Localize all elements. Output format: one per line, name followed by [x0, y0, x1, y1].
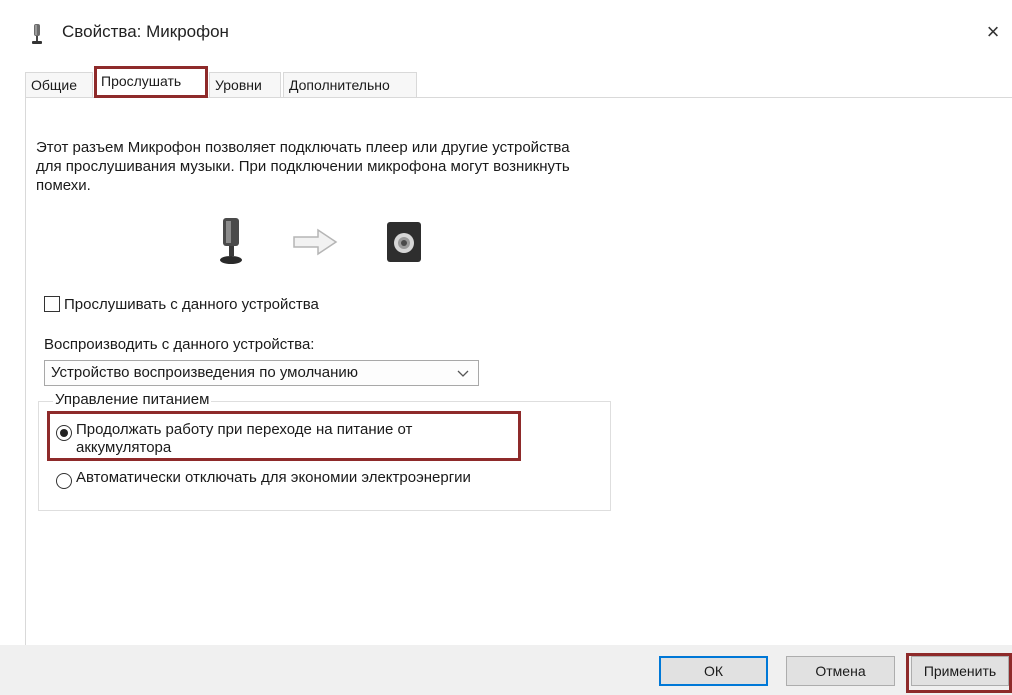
continue-on-battery-radio[interactable]: [56, 425, 72, 441]
power-management-group: Управление питанием Продолжать работу пр…: [38, 391, 611, 511]
listen-checkbox-label: Прослушивать с данного устройства: [64, 295, 319, 313]
playback-label: Воспроизводить с данного устройства:: [44, 336, 315, 353]
microphone-icon: [32, 24, 42, 44]
tab-levels[interactable]: Уровни: [209, 72, 281, 97]
listen-description: Этот разъем Микрофон позволяет подключат…: [36, 139, 570, 194]
window-title: Свойства: Микрофон: [62, 22, 229, 41]
dialog-footer: ОК Отмена Применить: [0, 645, 1012, 695]
tab-advanced[interactable]: Дополнительно: [283, 72, 417, 97]
power-option-auto-off[interactable]: Автоматически отключать для экономии эле…: [56, 469, 471, 489]
listen-checkbox[interactable]: [44, 296, 60, 312]
auto-disable-radio[interactable]: [56, 473, 72, 489]
chevron-down-icon: [457, 370, 469, 377]
device-icons: [216, 218, 436, 268]
cancel-button[interactable]: Отмена: [786, 656, 895, 686]
playback-device-value: Устройство воспроизведения по умолчанию: [51, 364, 358, 381]
apply-button[interactable]: Применить: [911, 656, 1009, 686]
listen-panel: Этот разъем Микрофон позволяет подключат…: [25, 97, 1012, 645]
tab-listen[interactable]: Прослушать: [95, 68, 207, 98]
speaker-icon: [387, 222, 421, 262]
power-option-continue[interactable]: Продолжать работу при переходе на питани…: [56, 421, 496, 457]
arrow-right-icon: [293, 228, 338, 256]
ok-button[interactable]: ОК: [659, 656, 768, 686]
playback-device-select[interactable]: Устройство воспроизведения по умолчанию: [44, 360, 479, 386]
continue-on-battery-label: Продолжать работу при переходе на питани…: [76, 421, 413, 456]
tab-general[interactable]: Общие: [25, 72, 93, 97]
title-bar: Свойства: Микрофон ×: [0, 0, 1012, 62]
auto-disable-label: Автоматически отключать для экономии эле…: [76, 469, 471, 486]
microphone-icon: [220, 218, 242, 264]
power-management-legend: Управление питанием: [53, 391, 212, 409]
close-button[interactable]: ×: [975, 14, 1011, 50]
close-icon: ×: [986, 19, 1000, 44]
listen-checkbox-row[interactable]: Прослушивать с данного устройства: [44, 293, 319, 315]
